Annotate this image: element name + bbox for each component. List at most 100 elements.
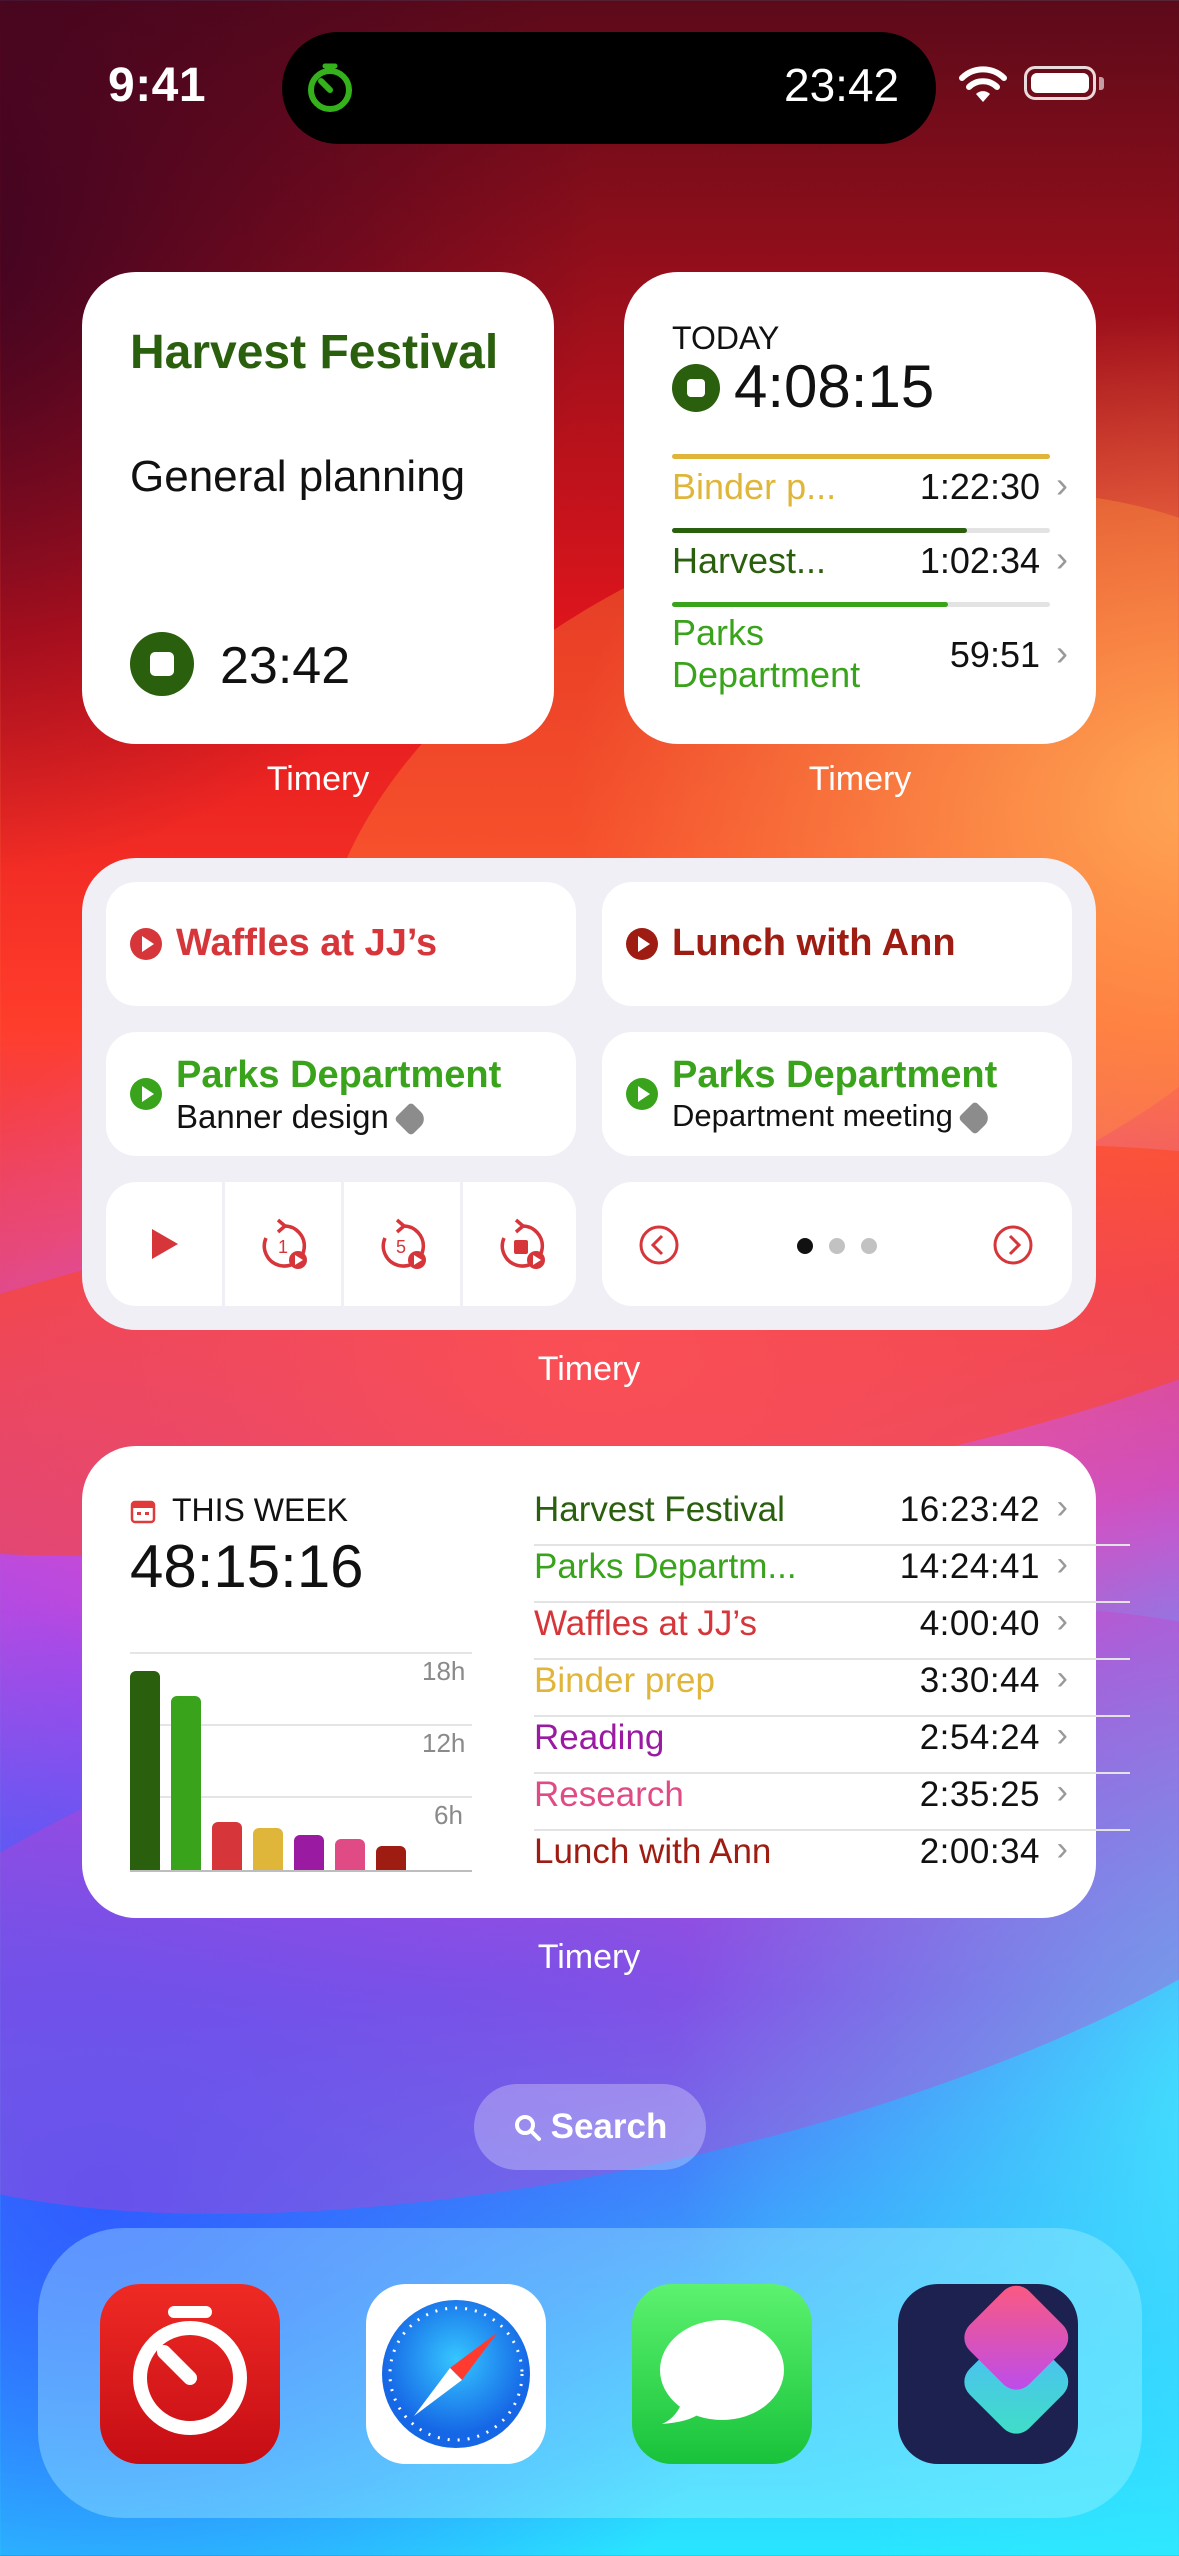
timery-app-icon[interactable] xyxy=(100,2284,280,2464)
week-row-time: 2:54:24 xyxy=(919,1718,1040,1757)
play-icon xyxy=(130,1078,162,1110)
week-bar xyxy=(171,1696,201,1870)
grid-line xyxy=(130,1652,472,1654)
this-week-widget[interactable]: THIS WEEK 48:15:16 18h 12h 6h Harvest Fe… xyxy=(82,1446,1130,1918)
tag-icon xyxy=(393,1102,428,1137)
safari-app-icon[interactable] xyxy=(366,2284,546,2464)
chevron-right-icon: › xyxy=(1056,1488,1068,1526)
today-row-time: 1:22:30 xyxy=(919,466,1040,507)
week-row-time: 2:35:25 xyxy=(919,1775,1040,1814)
play-icon[interactable] xyxy=(146,1226,182,1262)
week-bar xyxy=(212,1822,242,1870)
battery-icon xyxy=(1024,66,1096,100)
week-row-name: Lunch with Ann xyxy=(534,1832,772,1871)
tag-icon xyxy=(957,1100,992,1135)
widget-app-label: Timery xyxy=(266,760,370,798)
project-progress-bar xyxy=(672,454,1050,459)
stop-restart-icon[interactable] xyxy=(492,1218,552,1274)
week-heading: THIS WEEK xyxy=(172,1492,349,1528)
saved-timer-tile[interactable]: Parks Department Banner design xyxy=(106,1032,576,1156)
saved-timer-title: Parks Department xyxy=(176,1054,502,1096)
chevron-left-circle-icon[interactable] xyxy=(638,1224,680,1266)
search-button[interactable]: Search xyxy=(474,2084,706,2170)
grid-label: 18h xyxy=(422,1656,466,1686)
today-row-time: 1:02:34 xyxy=(919,540,1040,581)
search-label: Search xyxy=(550,2107,668,2146)
running-project: Harvest Festival xyxy=(130,326,499,379)
today-row-name: Harvest... xyxy=(672,540,827,581)
calendar-icon xyxy=(130,1500,156,1524)
saved-timer-subtitle: Banner design xyxy=(176,1098,428,1137)
grid-label: 6h xyxy=(434,1800,463,1830)
svg-text:1: 1 xyxy=(278,1237,288,1257)
week-row-time: 2:00:34 xyxy=(919,1832,1040,1871)
saved-timer-subtitle: Department meeting xyxy=(672,1098,992,1135)
week-row-time: 14:24:41 xyxy=(899,1547,1040,1586)
today-row-name: Binder p... xyxy=(672,466,837,507)
messages-app-icon[interactable] xyxy=(632,2284,812,2464)
week-row-time: 3:30:44 xyxy=(919,1661,1040,1700)
week-row-name: Research xyxy=(534,1775,684,1814)
page-controls xyxy=(602,1182,1072,1306)
project-progress-bar xyxy=(672,602,1050,607)
saved-timer-tile[interactable]: Parks Department Department meeting xyxy=(602,1032,1072,1156)
search-icon xyxy=(514,2115,541,2141)
stop-icon[interactable] xyxy=(672,364,720,412)
chevron-right-icon: › xyxy=(1056,464,1068,505)
chevron-right-circle-icon[interactable] xyxy=(992,1224,1034,1266)
live-activity-time: 23:42 xyxy=(784,59,900,111)
svg-text:5: 5 xyxy=(396,1237,406,1257)
week-row-name: Binder prep xyxy=(534,1661,715,1700)
grid-label: 12h xyxy=(422,1728,466,1758)
play-icon xyxy=(130,928,162,960)
saved-timer-title: Waffles at JJ’s xyxy=(176,922,438,964)
play-icon xyxy=(626,928,658,960)
week-bar xyxy=(253,1828,283,1870)
project-progress-bar xyxy=(672,528,1050,533)
play-icon xyxy=(626,1078,658,1110)
today-row-time: 59:51 xyxy=(949,634,1040,675)
saved-timer-title: Parks Department xyxy=(672,1054,998,1096)
week-bar xyxy=(130,1671,160,1870)
page-dot-active xyxy=(797,1238,813,1254)
chevron-right-icon: › xyxy=(1056,1659,1068,1697)
today-total: 4:08:15 xyxy=(734,353,935,420)
week-bar xyxy=(294,1835,324,1870)
week-row-time: 4:00:40 xyxy=(919,1604,1040,1643)
saved-timer-description: Department meeting xyxy=(672,1098,953,1133)
chevron-right-icon: › xyxy=(1056,1716,1068,1754)
week-row-name: Parks Departm... xyxy=(534,1547,797,1586)
widget-app-label: Timery xyxy=(537,1938,641,1976)
stop-button[interactable] xyxy=(130,632,194,696)
week-row-time: 16:23:42 xyxy=(899,1490,1040,1529)
saved-timers-widget: Waffles at JJ’s Lunch with Ann Parks Dep… xyxy=(82,858,1096,1330)
saved-timer-tile[interactable]: Waffles at JJ’s xyxy=(106,882,576,1006)
saved-timer-title: Lunch with Ann xyxy=(672,922,956,964)
page-dot xyxy=(829,1238,845,1254)
widget-app-label: Timery xyxy=(808,760,912,798)
widget-app-label: Timery xyxy=(537,1350,641,1388)
chevron-right-icon: › xyxy=(1056,632,1068,673)
page-dot xyxy=(861,1238,877,1254)
chevron-right-icon: › xyxy=(1056,538,1068,579)
week-bar xyxy=(376,1846,406,1870)
timer-controls: 1 5 xyxy=(106,1182,576,1306)
chevron-right-icon: › xyxy=(1056,1773,1068,1811)
restart-1-icon[interactable]: 1 xyxy=(254,1218,314,1274)
saved-timer-description: Banner design xyxy=(176,1098,389,1135)
week-row-name: Harvest Festival xyxy=(534,1490,785,1529)
battery-tip xyxy=(1099,77,1104,90)
shortcuts-app-icon[interactable] xyxy=(898,2284,1078,2464)
chart-baseline xyxy=(130,1870,472,1872)
chevron-right-icon: › xyxy=(1056,1602,1068,1640)
today-widget[interactable]: TODAY 4:08:15 Binder p... 1:22:30 › Harv… xyxy=(624,272,1096,744)
status-time: 9:41 xyxy=(108,59,207,112)
saved-timer-tile[interactable]: Lunch with Ann xyxy=(602,882,1072,1006)
chevron-right-icon: › xyxy=(1056,1545,1068,1583)
week-row-name: Reading xyxy=(534,1718,665,1757)
running-timer-widget[interactable]: Harvest Festival General planning 23:42 xyxy=(82,272,554,744)
timer-icon xyxy=(308,63,352,112)
restart-5-icon[interactable]: 5 xyxy=(373,1218,433,1274)
wifi-icon xyxy=(959,66,1007,102)
week-row-name: Waffles at JJ’s xyxy=(534,1604,758,1643)
